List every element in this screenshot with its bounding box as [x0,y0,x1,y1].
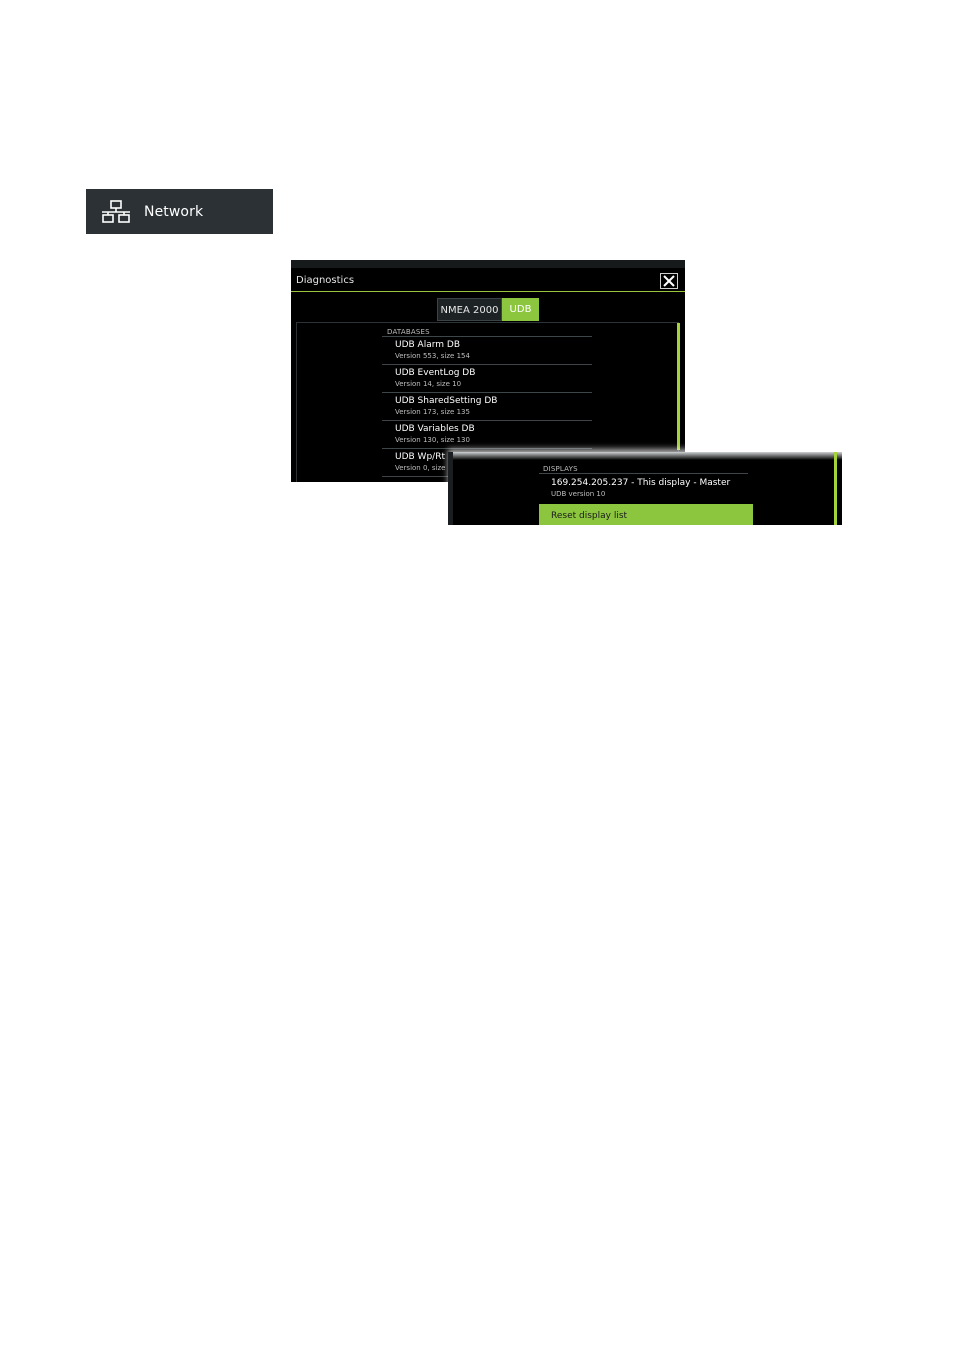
title-divider [291,291,685,292]
scrollbar[interactable] [834,452,837,525]
database-detail: Version 173, size 135 [395,408,470,416]
display-name[interactable]: 169.254.205.237 - This display - Master [551,478,730,488]
database-detail: Version 130, size 130 [395,436,470,444]
database-name: UDB Alarm DB [395,340,460,350]
databases-section-header: DATABASES [387,328,430,336]
divider [382,448,592,449]
displays-panel: DISPLAYS 169.254.205.237 - This display … [448,452,842,525]
divider [382,420,592,421]
database-name: UDB EventLog DB [395,368,476,378]
list-item[interactable]: UDB Alarm DB Version 553, size 154 [395,340,595,361]
network-button-label: Network [144,203,204,220]
database-name: UDB SharedSetting DB [395,396,498,406]
dialog-title: Diagnostics [296,275,355,286]
divider [382,392,592,393]
close-button[interactable] [660,273,678,289]
scrollbar[interactable] [677,323,680,450]
display-detail: UDB version 10 [551,490,606,498]
network-button[interactable]: Network [86,189,273,234]
displays-section-header: DISPLAYS [543,465,578,473]
divider [539,473,748,474]
tab-udb[interactable]: UDB [502,298,539,321]
tab-bar: NMEA 2000 UDB [437,298,539,321]
network-icon [102,199,130,223]
close-icon [663,275,675,287]
tab-nmea2000[interactable]: NMEA 2000 [437,298,502,321]
database-detail: Version 14, size 10 [395,380,462,388]
panel-top-edge [448,452,842,460]
diagnostics-dialog: Diagnostics NMEA 2000 UDB DATABASES UDB … [291,260,685,482]
divider [382,364,592,365]
panel-left-edge [448,452,453,525]
reset-display-list-button[interactable]: Reset display list [539,504,753,525]
list-item[interactable]: UDB EventLog DB Version 14, size 10 [395,368,595,389]
list-item[interactable]: UDB Variables DB Version 130, size 130 [395,424,595,445]
list-item[interactable]: UDB SharedSetting DB Version 173, size 1… [395,396,595,417]
dialog-top-strip [291,260,685,268]
divider [382,336,592,337]
database-name: UDB Variables DB [395,424,475,434]
database-detail: Version 553, size 154 [395,352,470,360]
